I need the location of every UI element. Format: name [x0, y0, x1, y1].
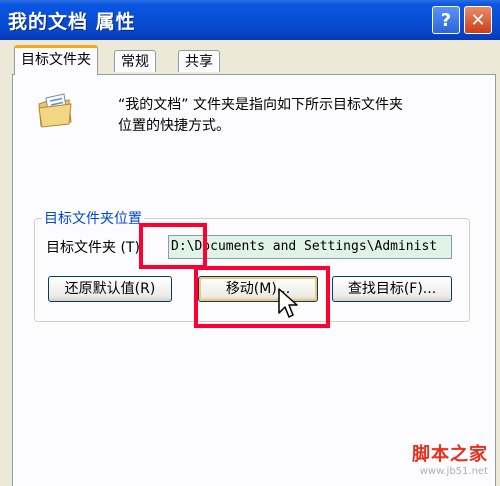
tab-sharing[interactable]: 共享: [178, 50, 220, 72]
mouse-pointer-icon: [278, 288, 298, 318]
description: “我的文档” 文件夹是指向如下所示目标文件夹 位置的快捷方式。: [118, 95, 403, 137]
folder-with-document-icon: [38, 93, 72, 128]
close-button[interactable]: ✕: [464, 6, 492, 34]
find-target-button[interactable]: 查找目标(F)...: [332, 276, 452, 302]
properties-dialog: 我的文档 属性 ? ✕ 目标文件夹 常规 共享 “我的文档” 文件夹是指向如下所…: [0, 0, 500, 486]
restore-default-button[interactable]: 还原默认值(R): [48, 276, 172, 302]
description-line-2: 位置的快捷方式。: [118, 118, 230, 134]
tab-general[interactable]: 常规: [114, 50, 156, 72]
watermark-text: 脚本之家: [412, 444, 488, 465]
window-title: 我的文档 属性: [8, 11, 136, 33]
help-button[interactable]: ?: [432, 6, 460, 34]
group-title: 目标文件夹位置: [42, 208, 144, 228]
watermark-url: www.jb51.net: [419, 466, 488, 477]
watermark: 脚本之家 www.jb51.net: [412, 440, 488, 477]
highlight-box-move: [194, 266, 330, 328]
highlight-box-path: [139, 223, 207, 269]
tab-target-folder[interactable]: 目标文件夹: [14, 45, 98, 75]
description-line-1: “我的文档” 文件夹是指向如下所示目标文件夹: [118, 97, 403, 113]
title-bar[interactable]: 我的文档 属性 ? ✕: [0, 0, 500, 40]
target-folder-label: 目标文件夹 (T):: [46, 240, 145, 256]
target-folder-input[interactable]: D:\Documents and Settings\Administ: [168, 235, 452, 259]
